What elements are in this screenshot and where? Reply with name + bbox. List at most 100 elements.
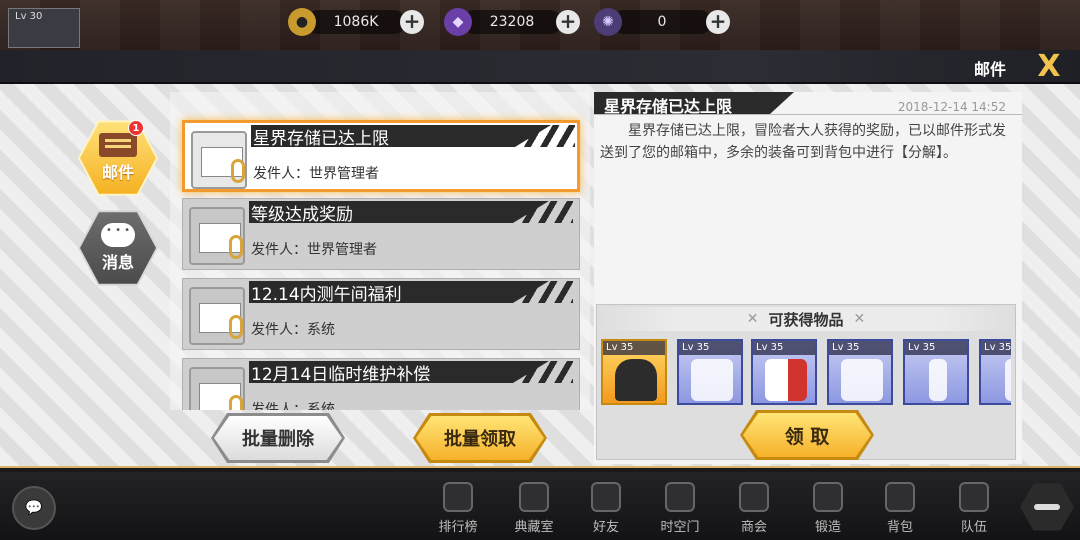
reward-item[interactable]: Lv 35 [751, 339, 817, 405]
paperclip-icon [229, 315, 243, 339]
claim-button[interactable]: 领 取 [743, 413, 871, 457]
unread-badge: 1 [128, 120, 144, 136]
paperclip-icon [231, 159, 245, 183]
x-ornament-icon: ✕ [746, 311, 759, 327]
rewards-title: 可获得物品 [768, 310, 844, 329]
anvil-icon [813, 482, 843, 512]
mail-title: 星界存储已达上限 [253, 129, 389, 149]
stockings-icon [929, 359, 947, 401]
stripe-decoration [495, 125, 575, 147]
rewards-box: ✕ 可获得物品 ✕ Lv 35 Lv 35 Lv 35 Lv 35 Lv 35 [596, 304, 1016, 460]
mail-list[interactable]: 星界存储已达上限 发件人：世界管理者 等级达成奖励 发件人：世界管理者 12.1… [170, 92, 590, 410]
collection-icon [519, 482, 549, 512]
mail-title: 等级达成奖励 [251, 205, 353, 225]
stripe-decoration [493, 201, 573, 223]
mail-sender: 发件人：系统 [251, 402, 335, 410]
gold-resource: ● 1086K + [288, 8, 424, 36]
nav-label: 锻造 [814, 520, 841, 535]
paperclip-icon [229, 395, 243, 410]
orb-icon: ✺ [594, 8, 622, 36]
orb-resource: ✺ 0 + [594, 8, 730, 36]
reward-item[interactable]: Lv 35 [677, 339, 743, 405]
nav-ranking[interactable]: 排行榜 [426, 482, 490, 538]
coat-icon [841, 359, 883, 401]
item-level: Lv 35 [679, 341, 741, 355]
item-level: Lv 35 [603, 341, 665, 355]
nav-collection[interactable]: 典藏室 [502, 482, 566, 538]
paperclip-icon [229, 235, 243, 259]
tab-mail-label: 邮件 [101, 163, 134, 182]
item-level: Lv 35 [753, 341, 815, 355]
chat-bubble-icon [101, 223, 135, 247]
trophy-icon [443, 482, 473, 512]
mail-envelope-icon [99, 133, 137, 157]
title-band: 邮件 X [0, 50, 1080, 84]
nav-forge[interactable]: 锻造 [796, 482, 860, 538]
detail-date: 2018-12-14 14:52 [897, 100, 1006, 114]
resource-bar: Lv 30 ● 1086K + ◆ 23208 + ✺ 0 + [0, 0, 1080, 50]
add-orb-button[interactable]: + [706, 10, 730, 34]
portal-icon [665, 482, 695, 512]
chat-button[interactable]: 💬 [12, 486, 56, 530]
page-title: 邮件 [973, 60, 1006, 79]
player-level: Lv 30 [15, 11, 43, 22]
stockings-icon [1005, 359, 1011, 401]
nav-label: 典藏室 [514, 520, 554, 535]
mail-detail: 星界存储已达上限 2018-12-14 14:52 星界存储已达上限，冒险者大人… [594, 92, 1022, 464]
nav-label: 队伍 [960, 520, 987, 535]
mail-item[interactable]: 12月14日临时维护补偿 发件人：系统 [182, 358, 580, 410]
close-button[interactable]: X [1032, 52, 1066, 82]
gem-amount: 23208 [462, 10, 562, 34]
jacket-icon [691, 359, 733, 401]
dress-icon [765, 359, 807, 401]
nav-label: 排行榜 [438, 520, 478, 535]
detail-body: 星界存储已达上限，冒险者大人获得的奖励，已以邮件形式发送到了您的邮箱中，多余的装… [600, 123, 1006, 161]
friends-icon [591, 482, 621, 512]
item-level: Lv 35 [981, 341, 1011, 355]
nav-portal[interactable]: 时空门 [648, 482, 712, 538]
guild-icon [739, 482, 769, 512]
reward-items[interactable]: Lv 35 Lv 35 Lv 35 Lv 35 Lv 35 Lv 35 [601, 339, 1011, 407]
nav-friends[interactable]: 好友 [574, 482, 638, 538]
shoes-icon [615, 359, 657, 401]
mail-title: 12.14内测午间福利 [251, 285, 402, 305]
nav-label: 时空门 [660, 520, 700, 535]
mail-sender: 发件人：世界管理者 [251, 242, 377, 258]
mail-item-selected[interactable]: 星界存储已达上限 发件人：世界管理者 [182, 120, 580, 192]
x-ornament-icon: ✕ [853, 311, 866, 327]
gem-icon: ◆ [444, 8, 472, 36]
delete-all-button[interactable]: 批量删除 [214, 416, 342, 460]
reward-item[interactable]: Lv 35 [903, 339, 969, 405]
stripe-decoration [493, 361, 573, 383]
chat-icon: 💬 [25, 500, 43, 516]
reward-item[interactable]: Lv 35 [979, 339, 1011, 405]
tab-messages-label: 消息 [101, 253, 134, 272]
nav-guild[interactable]: 商会 [722, 482, 786, 538]
rewards-header: ✕ 可获得物品 ✕ [597, 307, 1015, 331]
nav-team[interactable]: 队伍 [942, 482, 1006, 538]
reward-item[interactable]: Lv 35 [601, 339, 667, 405]
player-avatar[interactable]: Lv 30 [8, 8, 80, 48]
gold-amount: 1086K [306, 10, 406, 34]
claim-all-button[interactable]: 批量领取 [416, 416, 544, 460]
divider [594, 114, 1022, 115]
nav-label: 背包 [886, 520, 913, 535]
mail-title: 12月14日临时维护补偿 [251, 365, 431, 385]
mail-sender: 发件人：系统 [251, 322, 335, 338]
gem-resource: ◆ 23208 + [444, 8, 580, 36]
mail-item[interactable]: 等级达成奖励 发件人：世界管理者 [182, 198, 580, 270]
team-icon [959, 482, 989, 512]
bag-icon [885, 482, 915, 512]
mail-sender: 发件人：世界管理者 [253, 166, 379, 182]
item-level: Lv 35 [829, 341, 891, 355]
item-level: Lv 35 [905, 341, 967, 355]
nav-bag[interactable]: 背包 [868, 482, 932, 538]
nav-label: 商会 [740, 520, 767, 535]
reward-item[interactable]: Lv 35 [827, 339, 893, 405]
mail-item[interactable]: 12.14内测午间福利 发件人：系统 [182, 278, 580, 350]
add-gem-button[interactable]: + [556, 10, 580, 34]
gold-coin-icon: ● [288, 8, 316, 36]
stripe-decoration [493, 281, 573, 303]
nav-label: 好友 [592, 520, 619, 535]
add-gold-button[interactable]: + [400, 10, 424, 34]
